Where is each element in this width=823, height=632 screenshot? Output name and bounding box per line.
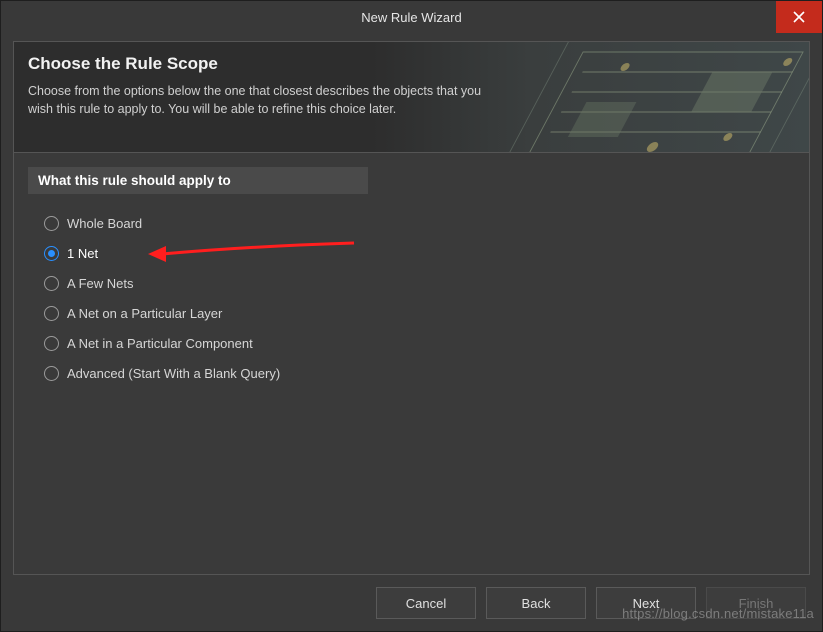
- header-text: Choose the Rule Scope Choose from the op…: [28, 54, 489, 118]
- scope-option-label: 1 Net: [67, 246, 98, 261]
- button-label: Next: [633, 596, 660, 611]
- header-title: Choose the Rule Scope: [28, 54, 489, 74]
- scope-option-net-component[interactable]: A Net in a Particular Component: [44, 328, 809, 358]
- radio-icon: [44, 336, 59, 351]
- scope-option-1-net[interactable]: 1 Net: [44, 238, 809, 268]
- button-label: Finish: [739, 596, 774, 611]
- radio-icon: [44, 306, 59, 321]
- button-label: Back: [522, 596, 551, 611]
- radio-icon: [44, 366, 59, 381]
- scope-option-whole-board[interactable]: Whole Board: [44, 208, 809, 238]
- scope-option-label: A Net on a Particular Layer: [67, 306, 222, 321]
- close-icon: [793, 11, 805, 23]
- next-button[interactable]: Next: [596, 587, 696, 619]
- radio-icon: [44, 216, 59, 231]
- button-row: Cancel Back Next Finish: [376, 587, 806, 619]
- header-description: Choose from the options below the one th…: [28, 82, 489, 118]
- window-title: New Rule Wizard: [361, 10, 461, 25]
- cancel-button[interactable]: Cancel: [376, 587, 476, 619]
- close-button[interactable]: [776, 1, 822, 33]
- radio-icon: [44, 246, 59, 261]
- scope-option-label: A Net in a Particular Component: [67, 336, 253, 351]
- finish-button: Finish: [706, 587, 806, 619]
- scope-radio-group: Whole Board 1 Net A Few Nets A Net on a …: [44, 208, 809, 388]
- scope-option-label: Advanced (Start With a Blank Query): [67, 366, 280, 381]
- wizard-window: New Rule Wizard: [0, 0, 823, 632]
- arrow-annotation-icon: [144, 236, 364, 270]
- scope-option-advanced[interactable]: Advanced (Start With a Blank Query): [44, 358, 809, 388]
- scope-option-few-nets[interactable]: A Few Nets: [44, 268, 809, 298]
- pcb-decoration: [479, 42, 809, 153]
- header-area: Choose the Rule Scope Choose from the op…: [14, 42, 809, 153]
- content-frame: Choose the Rule Scope Choose from the op…: [13, 41, 810, 575]
- scope-option-label: Whole Board: [67, 216, 142, 231]
- button-label: Cancel: [406, 596, 446, 611]
- section-label: What this rule should apply to: [28, 167, 368, 194]
- scope-option-net-layer[interactable]: A Net on a Particular Layer: [44, 298, 809, 328]
- radio-icon: [44, 276, 59, 291]
- back-button[interactable]: Back: [486, 587, 586, 619]
- scope-option-label: A Few Nets: [67, 276, 133, 291]
- titlebar: New Rule Wizard: [1, 1, 822, 33]
